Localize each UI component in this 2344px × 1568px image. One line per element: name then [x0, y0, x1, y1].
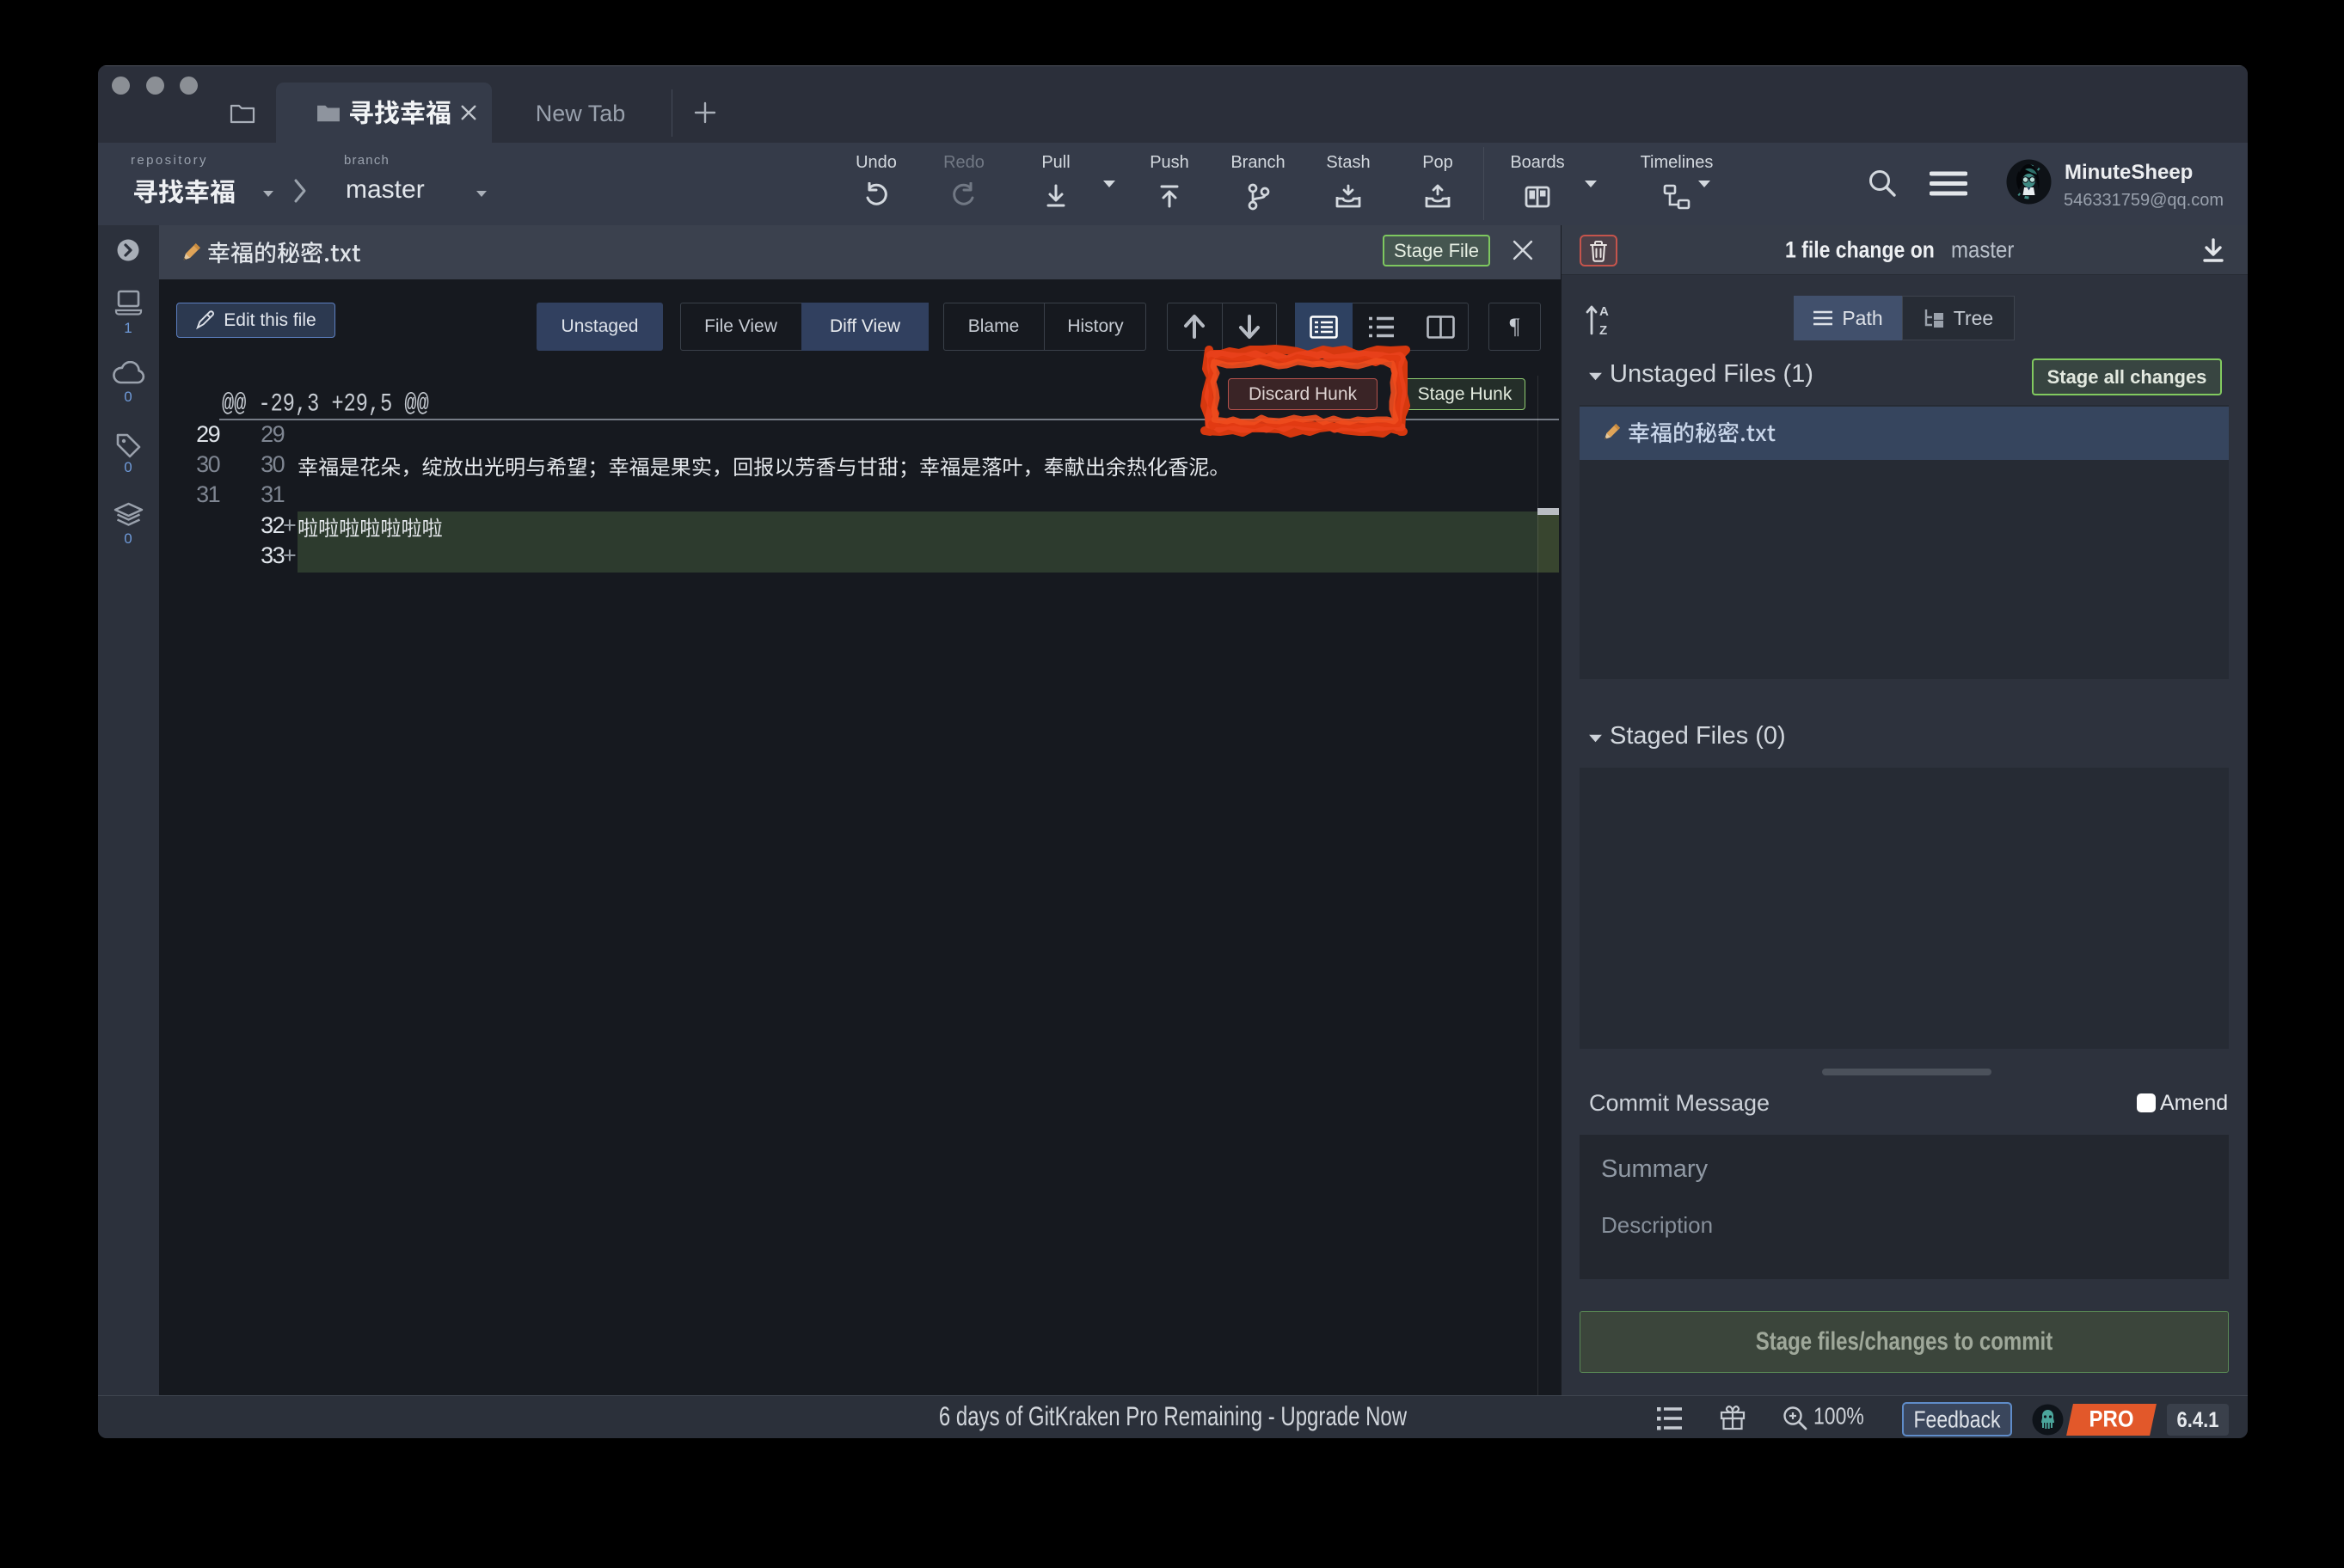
svg-text:A: A	[1599, 304, 1609, 319]
svg-text:Z: Z	[1599, 323, 1607, 337]
